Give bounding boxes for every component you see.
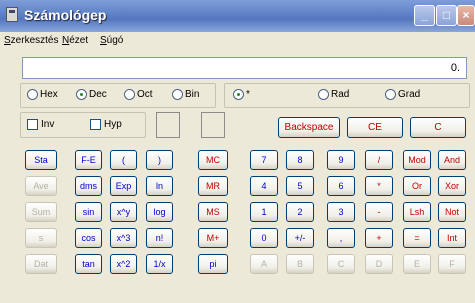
fe-button[interactable]: F-E [75, 150, 102, 170]
radio-dot-icon [124, 89, 135, 100]
cos-button[interactable]: cos [75, 228, 102, 248]
memory-clear-button[interactable]: MC [198, 150, 228, 170]
window-title: Számológep [24, 7, 107, 23]
log-button[interactable]: log [146, 202, 173, 222]
clear-entry-button[interactable]: CE [347, 117, 403, 138]
memory-recall-button[interactable]: MR [198, 176, 228, 196]
display-value: 0. [450, 62, 460, 74]
backspace-button[interactable]: Backspace [278, 117, 340, 138]
result-display: 0. [22, 57, 467, 79]
calculator-icon [6, 7, 18, 22]
checkbox-icon [90, 119, 101, 130]
minimize-button[interactable]: _ [414, 5, 435, 26]
memory-indicator [201, 112, 225, 138]
hex-f-button[interactable]: F [438, 254, 466, 274]
radio-dot-icon [233, 89, 244, 100]
power-button[interactable]: x^y [110, 202, 137, 222]
int-button[interactable]: Int [438, 228, 466, 248]
radio-dot-icon [318, 89, 329, 100]
digit-3-button[interactable]: 3 [327, 202, 355, 222]
hex-e-button[interactable]: E [403, 254, 431, 274]
digit-4-button[interactable]: 4 [250, 176, 278, 196]
dms-button[interactable]: dms [75, 176, 102, 196]
subtract-button[interactable]: - [365, 202, 393, 222]
lsh-button[interactable]: Lsh [403, 202, 431, 222]
reciprocal-button[interactable]: 1/x [146, 254, 173, 274]
factorial-button[interactable]: n! [146, 228, 173, 248]
ln-button[interactable]: ln [146, 176, 173, 196]
xor-button[interactable]: Xor [438, 176, 466, 196]
square-button[interactable]: x^2 [110, 254, 137, 274]
exp-button[interactable]: Exp [110, 176, 137, 196]
equals-button[interactable]: = [403, 228, 431, 248]
maximize-button[interactable]: □ [436, 5, 457, 26]
menu-view[interactable]: Nézet [62, 35, 88, 46]
s-button[interactable]: s [25, 228, 57, 248]
digit-9-button[interactable]: 9 [327, 150, 355, 170]
radio-dot-icon [385, 89, 396, 100]
sin-button[interactable]: sin [75, 202, 102, 222]
sta-button[interactable]: Sta [25, 150, 57, 170]
hex-d-button[interactable]: D [365, 254, 393, 274]
mod-button[interactable]: Mod [403, 150, 431, 170]
checkbox-icon [27, 119, 38, 130]
close-button[interactable]: × [457, 5, 475, 26]
clear-button[interactable]: C [410, 117, 466, 138]
dat-button[interactable]: Dat [25, 254, 57, 274]
radio-dot-icon [76, 89, 87, 100]
ave-button[interactable]: Ave [25, 176, 57, 196]
open-paren-button[interactable]: ( [110, 150, 137, 170]
digit-2-button[interactable]: 2 [286, 202, 314, 222]
digit-5-button[interactable]: 5 [286, 176, 314, 196]
tan-button[interactable]: tan [75, 254, 102, 274]
calculator-window: Számológep _ □ × Szerkesztés Nézet Súgó … [0, 0, 475, 303]
not-button[interactable]: Not [438, 202, 466, 222]
hex-b-button[interactable]: B [286, 254, 314, 274]
radio-degrees[interactable]: * [233, 89, 250, 103]
radio-dot-icon [27, 89, 38, 100]
sign-button[interactable]: +/- [286, 228, 314, 248]
and-button[interactable]: And [438, 150, 466, 170]
close-paren-button[interactable]: ) [146, 150, 173, 170]
or-button[interactable]: Or [403, 176, 431, 196]
parenthesis-indicator [156, 112, 180, 138]
menu-bar: Szerkesztés Nézet Súgó [0, 32, 475, 52]
radio-grad[interactable]: Grad [385, 89, 420, 103]
checkbox-inv[interactable]: Inv [27, 119, 54, 130]
decimal-button[interactable]: , [327, 228, 355, 248]
menu-edit[interactable]: Szerkesztés [4, 35, 58, 46]
pi-button[interactable]: pi [198, 254, 228, 274]
digit-8-button[interactable]: 8 [286, 150, 314, 170]
title-bar[interactable]: Számológep _ □ × [0, 0, 475, 32]
radio-dot-icon [172, 89, 183, 100]
memory-add-button[interactable]: M+ [198, 228, 228, 248]
hex-a-button[interactable]: A [250, 254, 278, 274]
hex-c-button[interactable]: C [327, 254, 355, 274]
divide-button[interactable]: / [365, 150, 393, 170]
multiply-button[interactable]: * [365, 176, 393, 196]
digit-7-button[interactable]: 7 [250, 150, 278, 170]
radio-dec[interactable]: Dec [76, 89, 107, 103]
radio-bin[interactable]: Bin [172, 89, 199, 103]
radio-rad[interactable]: Rad [318, 89, 349, 103]
add-button[interactable]: + [365, 228, 393, 248]
digit-6-button[interactable]: 6 [327, 176, 355, 196]
radio-oct[interactable]: Oct [124, 89, 153, 103]
menu-help[interactable]: Súgó [100, 35, 123, 46]
sum-button[interactable]: Sum [25, 202, 57, 222]
checkbox-hyp[interactable]: Hyp [90, 119, 122, 130]
memory-store-button[interactable]: MS [198, 202, 228, 222]
cube-button[interactable]: x^3 [110, 228, 137, 248]
digit-1-button[interactable]: 1 [250, 202, 278, 222]
digit-0-button[interactable]: 0 [250, 228, 278, 248]
radio-hex[interactable]: Hex [27, 89, 58, 103]
